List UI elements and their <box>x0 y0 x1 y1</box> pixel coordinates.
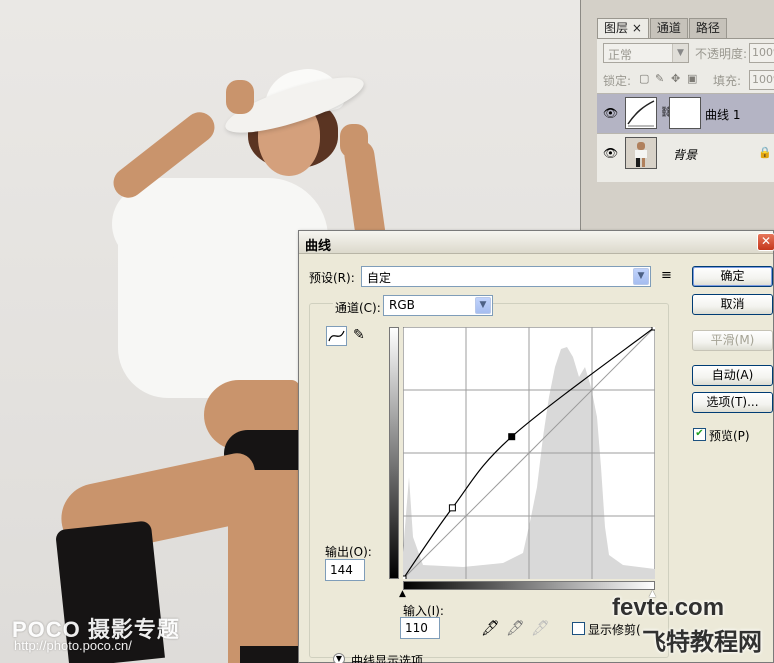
black-eyedropper-icon[interactable]: 🖋 <box>481 619 500 637</box>
close-icon[interactable]: ✕ <box>757 233 774 251</box>
opacity-input[interactable]: 100% <box>749 43 774 63</box>
eye-icon[interactable]: 👁 <box>603 146 618 160</box>
layer-name: 背景 <box>673 148 698 162</box>
channel-select[interactable]: RGB ▼ <box>383 295 493 316</box>
layers-panel-body: 正常 ▼ 不透明度: 100% 锁定: ▢ ✎ ✥ ▣ 填充: 100% 👁 ⛓ … <box>597 38 774 182</box>
lock-label: 锁定: <box>603 74 632 88</box>
preset-label: 预设(R): <box>309 271 355 285</box>
fill-input[interactable]: 100% <box>749 70 774 90</box>
chevron-down-icon: ▼ <box>633 268 649 285</box>
eye-icon[interactable]: 👁 <box>603 106 618 120</box>
layer-row-background[interactable]: 👁 背景 🔒 <box>597 133 774 173</box>
photo-hand-right <box>340 124 368 158</box>
preset-options-icon[interactable]: ≡ <box>661 268 672 283</box>
photo-standing-leg <box>228 470 298 663</box>
blend-mode-select[interactable]: 正常 ▼ <box>603 43 689 63</box>
input-gradient-bar <box>403 581 655 590</box>
background-thumbnail <box>625 137 657 169</box>
output-label: 输出(O): <box>325 545 372 559</box>
show-clipping-label: 显示修剪( <box>588 623 641 637</box>
tab-layers[interactable]: 图层 × <box>597 18 649 38</box>
lock-icon: 🔒 <box>758 146 772 159</box>
tab-paths[interactable]: 路径 <box>688 18 727 38</box>
dialog-title: 曲线 <box>305 239 332 254</box>
preview-label: 预览(P) <box>709 429 750 443</box>
poco-url-watermark: http://photo.poco.cn/ <box>14 638 132 653</box>
preview-checkbox[interactable]: ✔ <box>693 428 706 441</box>
smooth-button[interactable]: 平滑(M) <box>692 330 773 351</box>
gray-eyedropper-icon[interactable]: 🖋 <box>506 619 525 637</box>
layer-row-curves[interactable]: 👁 ⛓ 曲线 1 <box>597 93 774 133</box>
curve-point-tool[interactable] <box>326 326 347 346</box>
curve-point[interactable] <box>399 575 407 583</box>
tab-channels[interactable]: 通道 <box>649 18 688 38</box>
curve-point-active[interactable] <box>508 433 516 441</box>
show-clipping-checkbox[interactable] <box>572 622 585 635</box>
ok-button[interactable]: 确定 <box>692 266 773 287</box>
fevte-cn-watermark: 飞特教程网 <box>642 629 762 656</box>
lock-move-icon[interactable]: ✥ <box>671 72 680 85</box>
fevte-watermark: fevte.com <box>612 594 725 621</box>
preset-value: 自定 <box>367 271 392 285</box>
photo-hand-left <box>226 80 254 114</box>
input-field[interactable]: 110 <box>400 617 440 639</box>
output-gradient-bar <box>389 327 399 579</box>
output-field[interactable]: 144 <box>325 559 365 581</box>
lock-brush-icon[interactable]: ✎ <box>655 72 664 85</box>
layers-panel: 图层 × 通道 路径 正常 ▼ 不透明度: 100% 锁定: ▢ ✎ ✥ ▣ 填充… <box>580 0 774 230</box>
curves-adjustment-thumbnail <box>625 97 657 129</box>
curve-display-options-label: 曲线显示选项 <box>351 654 424 663</box>
fill-label: 填充: <box>713 74 742 88</box>
layers-tab-bar: 图层 × 通道 路径 <box>597 18 728 38</box>
auto-button[interactable]: 自动(A) <box>692 365 773 386</box>
curve-graph[interactable] <box>399 323 659 583</box>
pencil-icon[interactable]: ✎ <box>353 327 365 343</box>
curve-graph-svg[interactable] <box>399 323 659 583</box>
options-button[interactable]: 选项(T)... <box>692 392 773 413</box>
blend-mode-value: 正常 <box>608 48 633 62</box>
curve-point[interactable] <box>651 323 659 331</box>
preset-select[interactable]: 自定 ▼ <box>361 266 651 287</box>
photo-boot-right <box>240 646 298 663</box>
layer-mask-thumbnail[interactable] <box>669 97 701 129</box>
chevron-down-icon: ▼ <box>475 297 491 314</box>
channel-label: 通道(C): <box>333 299 383 316</box>
lock-all-icon[interactable]: ▣ <box>687 72 697 85</box>
curve-point[interactable] <box>448 504 456 512</box>
lock-transparency-icon[interactable]: ▢ <box>639 72 649 85</box>
layer-name: 曲线 1 <box>705 108 741 122</box>
cancel-button[interactable]: 取消 <box>692 294 773 315</box>
chevron-down-icon: ▼ <box>672 44 688 62</box>
expand-chevron-icon[interactable]: ▼ <box>333 653 345 663</box>
dialog-titlebar[interactable]: 曲线 ✕ <box>299 231 774 254</box>
black-point-slider[interactable]: ▲ <box>399 589 406 599</box>
channel-value: RGB <box>389 298 415 312</box>
opacity-label: 不透明度: <box>695 47 748 61</box>
white-eyedropper-icon[interactable]: 🖋 <box>531 619 550 637</box>
